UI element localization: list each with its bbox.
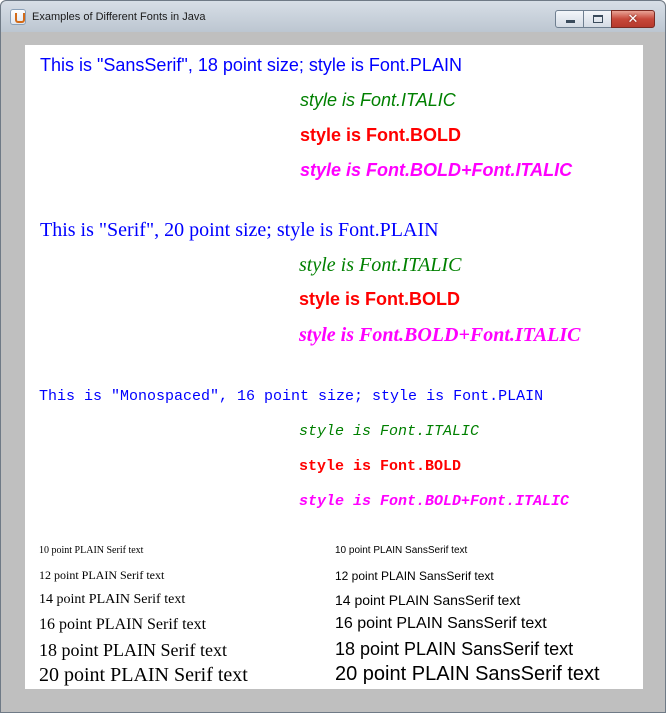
maximize-button[interactable] <box>583 10 612 28</box>
java-cup-icon[interactable] <box>10 9 26 25</box>
monospaced-italic-text: style is Font.ITALIC <box>299 423 480 440</box>
minimize-button[interactable] <box>555 10 584 28</box>
close-button[interactable]: ✕ <box>611 10 655 28</box>
serif-plain-text: This is "Serif", 20 point size; style is… <box>40 219 439 241</box>
close-icon: ✕ <box>627 11 639 27</box>
window-title: Examples of Different Fonts in Java <box>32 11 206 23</box>
sansserif-plain-text: This is "SansSerif", 18 point size; styl… <box>40 55 462 75</box>
title-bar[interactable]: Examples of Different Fonts in Java ✕ <box>1 1 665 32</box>
serif-size-sample: 12 point PLAIN Serif text <box>39 568 165 582</box>
sansserif-size-sample: 10 point PLAIN SansSerif text <box>335 545 468 556</box>
sansserif-size-sample: 14 point PLAIN SansSerif text <box>335 592 521 608</box>
maximize-icon <box>593 15 603 23</box>
serif-bold-text: style is Font.BOLD <box>299 289 461 309</box>
serif-size-sample: 10 point PLAIN Serif text <box>39 545 144 556</box>
serif-italic-text: style is Font.ITALIC <box>299 254 462 276</box>
sansserif-size-sample: 12 point PLAIN SansSerif text <box>335 569 494 583</box>
serif-bolditalic-text: style is Font.BOLD+Font.ITALIC <box>299 324 581 346</box>
serif-size-sample: 14 point PLAIN Serif text <box>39 592 186 607</box>
serif-size-sample: 16 point PLAIN Serif text <box>39 616 207 633</box>
monospaced-bold-text: style is Font.BOLD <box>299 458 462 475</box>
serif-size-sample: 18 point PLAIN Serif text <box>39 640 227 660</box>
monospaced-bolditalic-text: style is Font.BOLD+Font.ITALIC <box>299 493 570 510</box>
caption-buttons: ✕ <box>555 10 655 28</box>
minimize-icon <box>566 20 575 23</box>
sansserif-bold-text: style is Font.BOLD <box>300 125 462 145</box>
sansserif-bolditalic-text: style is Font.BOLD+Font.ITALIC <box>300 160 573 180</box>
sansserif-italic-text: style is Font.ITALIC <box>300 90 456 110</box>
sansserif-size-sample: 20 point PLAIN SansSerif text <box>335 663 600 685</box>
sansserif-size-sample: 18 point PLAIN SansSerif text <box>335 639 574 659</box>
app-window: Examples of Different Fonts in Java ✕ Th… <box>0 0 666 713</box>
sansserif-size-sample: 16 point PLAIN SansSerif text <box>335 615 547 632</box>
monospaced-plain-text: This is "Monospaced", 16 point size; sty… <box>39 388 544 405</box>
font-canvas: This is "SansSerif", 18 point size; styl… <box>25 45 643 689</box>
serif-size-sample: 20 point PLAIN Serif text <box>39 664 248 686</box>
